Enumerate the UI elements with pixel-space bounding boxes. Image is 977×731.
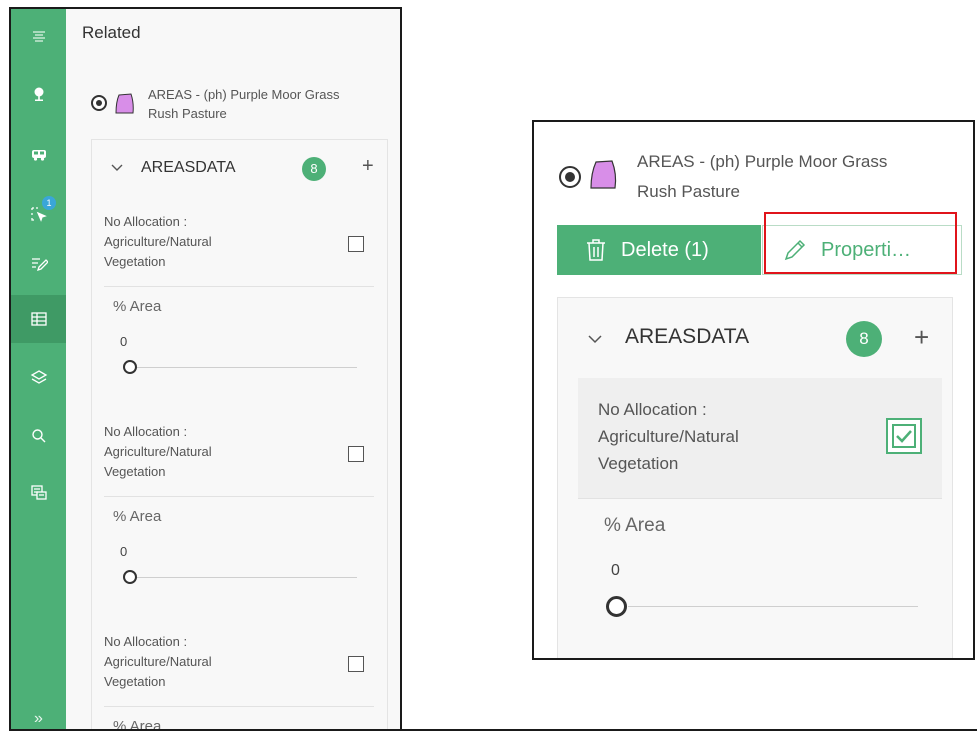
areasdata-header[interactable]: AREASDATA 8 + (92, 140, 387, 196)
polygon-symbol-icon (115, 93, 134, 114)
areasdata-header[interactable]: AREASDATA 8 + (558, 298, 952, 368)
checkmark-icon (892, 424, 916, 448)
divider (104, 496, 374, 497)
nav-rail: 1 » (11, 9, 66, 729)
area-label: % Area (113, 508, 162, 525)
count-badge: 8 (302, 157, 326, 181)
area-label: % Area (604, 515, 666, 536)
bus-icon[interactable] (11, 130, 66, 178)
divider (104, 706, 374, 707)
delete-label: Delete (1) (621, 238, 709, 261)
count-badge: 8 (846, 321, 882, 357)
layers-icon[interactable] (11, 354, 66, 402)
row-checkbox[interactable] (348, 446, 364, 462)
alloc-line: Agriculture/Natural (104, 444, 212, 459)
area-slider-thumb[interactable] (123, 360, 137, 374)
alloc-line: No Allocation : (104, 634, 188, 649)
alloc-line: Vegetation (104, 464, 166, 479)
feature-label-line1: AREAS - (ph) Purple Moor Grass (637, 152, 888, 171)
feature-label-line2: Rush Pasture (148, 106, 227, 121)
row-checkbox-checked[interactable] (886, 418, 922, 454)
alloc-line: Agriculture/Natural (598, 427, 739, 446)
allocation-label: No Allocation : Agriculture/Natural Vege… (598, 396, 739, 477)
panel-title: Related (82, 23, 141, 42)
alloc-line: No Allocation : (104, 424, 188, 439)
alloc-line: Agriculture/Natural (104, 654, 212, 669)
map-pin-icon[interactable] (11, 70, 66, 118)
expand-chevrons-icon[interactable]: » (11, 695, 66, 729)
feature-item[interactable]: AREAS - (ph) Purple Moor Grass Rush Past… (91, 85, 391, 135)
add-button[interactable]: + (362, 155, 374, 178)
feature-label: AREAS - (ph) Purple Moor Grass Rush Past… (148, 85, 368, 123)
add-button[interactable]: + (914, 322, 929, 353)
divider (578, 498, 942, 499)
table-icon[interactable] (11, 295, 66, 343)
menu-lines-icon[interactable] (11, 13, 66, 61)
delete-button[interactable]: Delete (1) (557, 225, 761, 275)
area-value: 0 (120, 544, 128, 559)
section-title: AREASDATA (141, 159, 236, 176)
divider (104, 286, 374, 287)
area-slider-thumb[interactable] (606, 596, 627, 617)
trash-icon (585, 238, 607, 262)
area-slider-track[interactable] (628, 606, 918, 607)
zoomed-panel: AREAS - (ph) Purple Moor Grass Rush Past… (532, 120, 975, 660)
alloc-line: Vegetation (598, 454, 679, 473)
related-panel: 1 » Related AREAS - (ph) Purple Moor Gra… (9, 7, 402, 729)
allocation-label: No Allocation : Agriculture/Natural Vege… (104, 632, 372, 692)
feature-label-line1: AREAS - (ph) Purple Moor Grass (148, 87, 340, 102)
alloc-line: No Allocation : (598, 400, 707, 419)
selection-count-badge: 1 (42, 196, 56, 210)
chat-icon[interactable] (11, 469, 66, 517)
allocation-label: No Allocation : Agriculture/Natural Vege… (104, 212, 372, 272)
section-title: AREASDATA (625, 325, 750, 348)
row-checkbox[interactable] (348, 656, 364, 672)
search-icon[interactable] (11, 412, 66, 460)
chevron-down-icon[interactable] (588, 335, 602, 344)
row-checkbox[interactable] (348, 236, 364, 252)
feature-label: AREAS - (ph) Purple Moor Grass Rush Past… (637, 147, 957, 207)
chevron-down-icon[interactable] (111, 164, 123, 172)
alloc-line: No Allocation : (104, 214, 188, 229)
allocation-label: No Allocation : Agriculture/Natural Vege… (104, 422, 372, 482)
polygon-symbol-icon (590, 160, 617, 189)
areasdata-card: AREASDATA 8 + No Allocation : Agricultur… (557, 297, 953, 658)
select-cursor-icon[interactable]: 1 (11, 190, 66, 238)
area-slider-track[interactable] (132, 367, 357, 368)
feature-radio[interactable] (91, 95, 107, 111)
area-value: 0 (611, 562, 620, 579)
area-slider-thumb[interactable] (123, 570, 137, 584)
area-slider-track[interactable] (132, 577, 357, 578)
alloc-line: Agriculture/Natural (104, 234, 212, 249)
area-label: % Area (113, 718, 162, 729)
areasdata-row: No Allocation : Agriculture/Natural Vege… (578, 378, 942, 498)
area-value: 0 (120, 334, 128, 349)
edit-lines-icon[interactable] (11, 240, 66, 288)
alloc-line: Vegetation (104, 674, 166, 689)
feature-label-line2: Rush Pasture (637, 182, 740, 201)
highlight-box (764, 212, 957, 274)
feature-radio[interactable] (559, 166, 581, 188)
alloc-line: Vegetation (104, 254, 166, 269)
area-label: % Area (113, 298, 162, 315)
areasdata-card: AREASDATA 8 + No Allocation : Agricultur… (91, 139, 388, 729)
